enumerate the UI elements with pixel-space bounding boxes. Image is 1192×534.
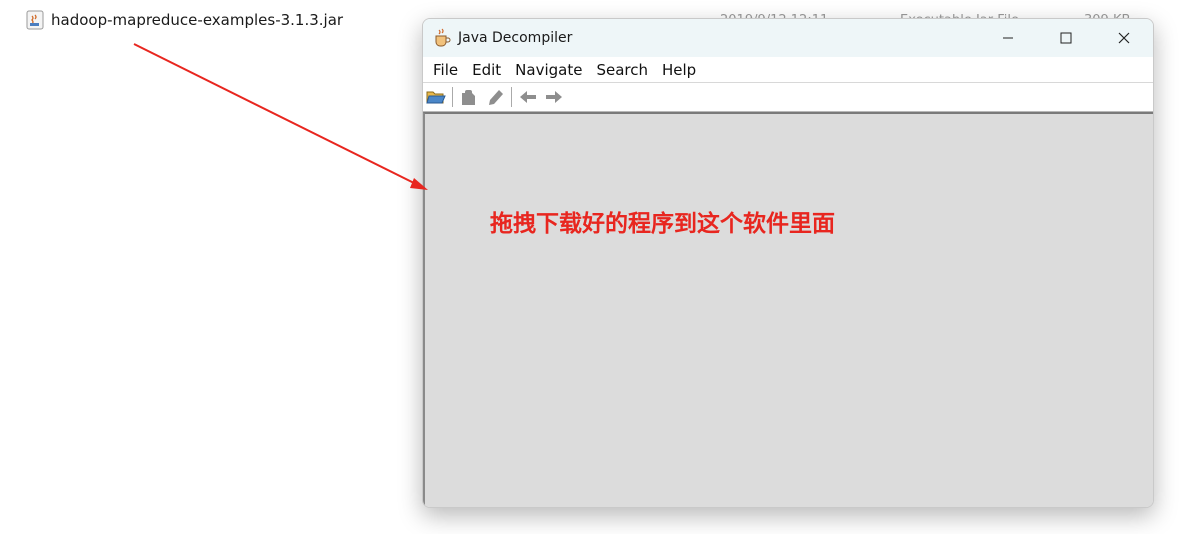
open-folder-icon (426, 91, 446, 104)
close-icon (1118, 32, 1130, 44)
copy-button[interactable] (456, 85, 482, 109)
pencil-icon (489, 90, 503, 105)
toolbar (423, 83, 1153, 112)
maximize-button[interactable] (1037, 19, 1095, 57)
toolbar-separator (511, 87, 512, 107)
clipboard-icon (462, 90, 475, 105)
maximize-icon (1060, 32, 1072, 44)
window-title: Java Decompiler (458, 30, 573, 46)
close-button[interactable] (1095, 19, 1153, 57)
forward-arrow-icon (546, 91, 562, 103)
title-bar[interactable]: Java Decompiler (423, 19, 1153, 57)
coffee-cup-icon (432, 28, 452, 48)
menu-search[interactable]: Search (590, 61, 654, 79)
jar-file-icon (26, 10, 44, 30)
java-decompiler-window: Java Decompiler File Edit Navigate Searc… (422, 18, 1154, 508)
drop-area[interactable] (423, 112, 1153, 507)
back-arrow-icon (520, 91, 536, 103)
minimize-button[interactable] (979, 19, 1037, 57)
file-name: hadoop-mapreduce-examples-3.1.3.jar (51, 11, 344, 29)
minimize-icon (1003, 37, 1013, 39)
menu-edit[interactable]: Edit (466, 61, 507, 79)
back-button[interactable] (515, 85, 541, 109)
menu-bar: File Edit Navigate Search Help (423, 57, 1153, 83)
open-file-button[interactable] (423, 85, 449, 109)
menu-navigate[interactable]: Navigate (509, 61, 588, 79)
menu-file[interactable]: File (427, 61, 464, 79)
annotation-text: 拖拽下载好的程序到这个软件里面 (490, 211, 835, 237)
toolbar-separator (452, 87, 453, 107)
edit-button[interactable] (482, 85, 508, 109)
forward-button[interactable] (541, 85, 567, 109)
menu-help[interactable]: Help (656, 61, 702, 79)
